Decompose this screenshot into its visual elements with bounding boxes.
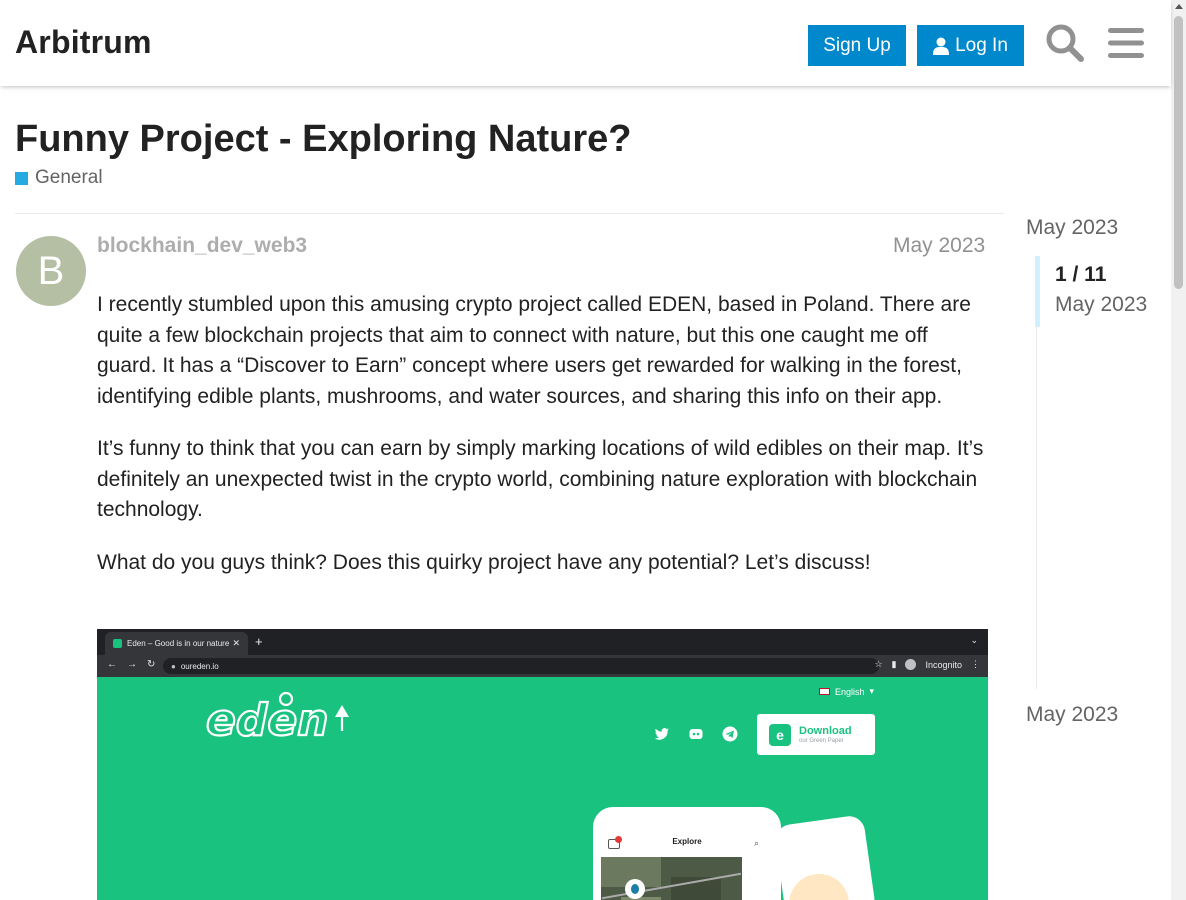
- post-date[interactable]: May 2023: [893, 234, 985, 258]
- browser-tab-strip: Eden – Good is in our nature ✕ + ⌄: [97, 629, 988, 655]
- category-name: General: [35, 167, 103, 188]
- post-paragraph: I recently stumbled upon this amusing cr…: [97, 293, 971, 408]
- eden-logo: eden: [205, 691, 349, 747]
- download-subtitle: our Green Paper: [799, 738, 844, 744]
- sign-up-button[interactable]: Sign Up: [808, 25, 906, 66]
- chevron-down-icon: ▾: [869, 686, 875, 696]
- log-in-button[interactable]: Log In: [917, 25, 1024, 66]
- menu-icon[interactable]: [1106, 25, 1146, 61]
- language-label: English: [835, 686, 865, 697]
- telegram-icon: [722, 726, 738, 742]
- site-title[interactable]: Arbitrum: [15, 24, 152, 61]
- user-icon: [933, 37, 950, 55]
- url-box: ● oureden.io: [163, 658, 879, 674]
- uk-flag-icon: [819, 688, 830, 695]
- eden-logo-text: eden: [206, 695, 329, 746]
- post-image[interactable]: Eden – Good is in our nature ✕ + ⌄ ←→↻ ●…: [97, 629, 988, 900]
- timeline-handle-date[interactable]: May 2023: [1055, 293, 1147, 317]
- water-pin-icon: [625, 879, 645, 899]
- new-tab-icon: +: [255, 634, 263, 649]
- scroll-up-arrow-icon[interactable]: [1175, 4, 1183, 9]
- phone-mockup: Explore ⌕: [593, 807, 781, 900]
- twitter-icon: [654, 728, 669, 740]
- page-scrollbar[interactable]: [1171, 0, 1186, 900]
- phone-title: Explore: [672, 837, 702, 846]
- search-icon[interactable]: [1045, 23, 1085, 63]
- download-green-paper-button: e Download our Green Paper: [757, 714, 875, 755]
- star-icon: ☆: [874, 659, 883, 669]
- phone-map: [601, 857, 742, 900]
- incognito-label: Incognito: [925, 659, 962, 670]
- tab-close-icon: ✕: [232, 638, 240, 648]
- tab-title: Eden – Good is in our nature: [127, 639, 230, 648]
- post-paragraph: What do you guys think? Does this quirky…: [97, 550, 871, 574]
- tab-favicon-icon: [113, 639, 122, 648]
- category-badge[interactable]: General: [15, 167, 103, 189]
- discord-icon: [689, 729, 703, 739]
- topic-title[interactable]: Funny Project - Exploring Nature?: [15, 118, 632, 161]
- site-header: Arbitrum Sign Up Log In: [0, 0, 1171, 86]
- timeline-handle[interactable]: [1035, 256, 1040, 327]
- timeline-end-date[interactable]: May 2023: [1026, 703, 1118, 727]
- avatar[interactable]: B: [16, 236, 86, 306]
- incognito-icon: [905, 659, 917, 670]
- browser-nav-icons: ←→↻: [107, 659, 166, 670]
- eden-app-icon: e: [769, 723, 791, 746]
- language-selector: English ▾: [819, 686, 874, 697]
- log-in-label: Log In: [955, 34, 1008, 56]
- browser-tab: Eden – Good is in our nature ✕: [105, 632, 248, 655]
- download-title: Download: [799, 725, 852, 737]
- sidebar-icon: ▮: [891, 659, 897, 669]
- browser-bar-right: ☆ ▮ Incognito ⋮: [874, 659, 980, 670]
- timeline-start-date[interactable]: May 2023: [1026, 216, 1118, 240]
- topic-divider: [15, 213, 1004, 214]
- post-paragraph: It’s funny to think that you can earn by…: [97, 437, 984, 521]
- post-body: I recently stumbled upon this amusing cr…: [97, 290, 989, 600]
- post-username[interactable]: blockhain_dev_web3: [97, 234, 307, 258]
- lock-icon: ●: [171, 661, 176, 671]
- url-text: oureden.io: [180, 661, 219, 671]
- scroll-thumb[interactable]: [1174, 16, 1183, 289]
- more-icon: ⋮: [971, 659, 980, 669]
- chevron-down-icon: ⌄: [970, 635, 978, 645]
- browser-address-bar: ←→↻ ● oureden.io ☆ ▮ Incognito ⋮: [97, 655, 988, 677]
- category-color-swatch: [15, 171, 28, 185]
- search-icon: ⌕: [754, 838, 760, 848]
- timeline-post-count[interactable]: 1 / 11: [1055, 263, 1106, 287]
